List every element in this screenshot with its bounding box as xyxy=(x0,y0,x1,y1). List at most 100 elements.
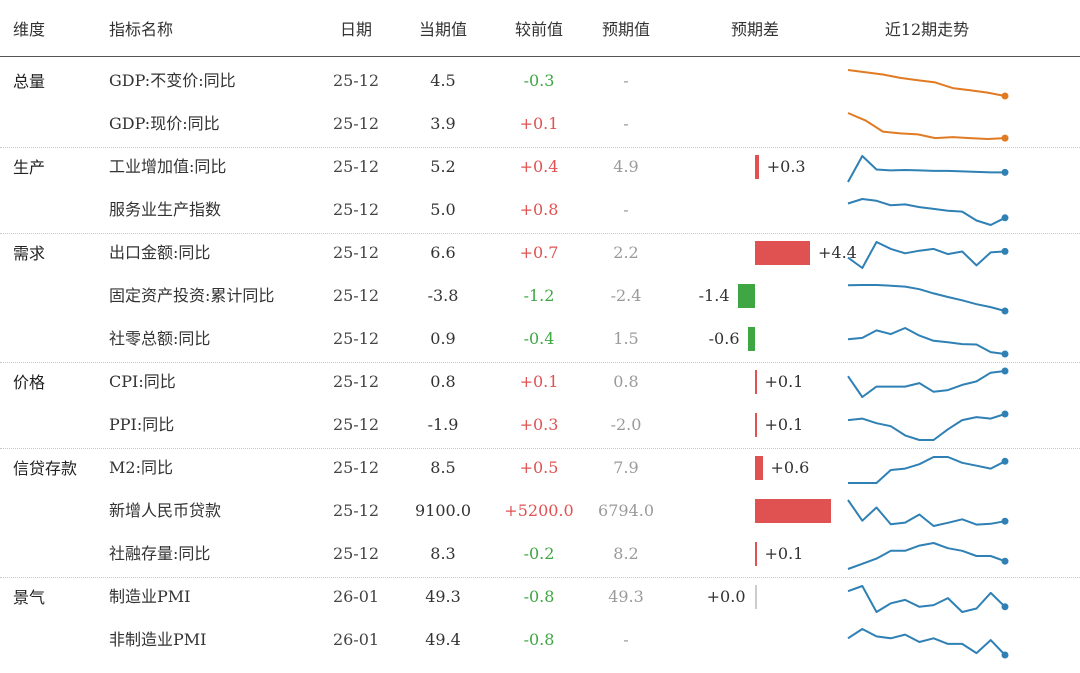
header-gap: 预期差 xyxy=(730,20,780,39)
current-value: -1.9 xyxy=(427,415,459,434)
change-value: +0.4 xyxy=(519,157,559,176)
current-value: -3.8 xyxy=(427,286,459,305)
current-value: 5.2 xyxy=(430,157,456,176)
group-label: 信贷存款 xyxy=(13,459,78,478)
gap-label: +0.0 xyxy=(706,587,746,606)
trend-line xyxy=(847,112,1006,140)
gap-bar xyxy=(737,284,755,308)
trend-endpoint xyxy=(1001,168,1009,176)
forecast-value: -2.0 xyxy=(610,415,642,434)
trend-sparkline xyxy=(847,542,1009,570)
current-value: 49.3 xyxy=(425,587,461,606)
trend-sparkline xyxy=(847,155,1009,183)
group-label: 需求 xyxy=(13,244,46,263)
trend-endpoint xyxy=(1001,457,1009,465)
gap-label: +0.1 xyxy=(764,415,804,434)
date-cell: 25-12 xyxy=(332,114,380,133)
forecast-value: 4.9 xyxy=(613,157,639,176)
trend-sparkline xyxy=(847,628,1009,659)
forecast-value: 49.3 xyxy=(608,587,644,606)
change-value: +0.1 xyxy=(519,372,559,391)
current-value: 8.3 xyxy=(430,544,456,563)
trend-line xyxy=(847,370,1006,398)
trend-line xyxy=(847,327,1006,355)
date-cell: 25-12 xyxy=(332,286,380,305)
trend-line xyxy=(847,198,1006,226)
forecast-value: 7.9 xyxy=(613,458,639,477)
forecast-value: 2.2 xyxy=(613,243,639,262)
change-value: +0.5 xyxy=(519,458,559,477)
date-cell: 25-12 xyxy=(332,458,380,477)
trend-sparkline xyxy=(847,410,1009,441)
indicator-name: CPI:同比 xyxy=(109,372,176,391)
trend-sparkline xyxy=(847,112,1009,142)
gap-bar xyxy=(755,413,757,437)
date-cell: 25-12 xyxy=(332,544,380,563)
forecast-value: - xyxy=(623,114,629,133)
trend-sparkline xyxy=(847,284,1009,315)
header-change: 较前值 xyxy=(514,20,564,39)
date-cell: 25-12 xyxy=(332,372,380,391)
forecast-value: -2.4 xyxy=(610,286,642,305)
trend-line xyxy=(848,456,1006,484)
indicator-name: 新增人民币贷款 xyxy=(109,501,222,520)
trend-endpoint xyxy=(1001,517,1009,525)
current-value: 9100.0 xyxy=(415,501,471,520)
change-value: -0.8 xyxy=(523,630,555,649)
gap-label: +0.3 xyxy=(766,157,806,176)
current-value: 0.9 xyxy=(430,329,456,348)
date-cell: 25-12 xyxy=(332,71,380,90)
trend-sparkline xyxy=(847,241,1009,269)
change-value: +0.8 xyxy=(519,200,559,219)
gap-label: -0.6 xyxy=(708,329,740,348)
trend-sparkline xyxy=(847,585,1009,613)
date-cell: 25-12 xyxy=(332,157,380,176)
trend-endpoint xyxy=(1001,92,1009,100)
change-value: -0.2 xyxy=(523,544,555,563)
gap-bar xyxy=(747,327,755,351)
header-dimension: 维度 xyxy=(13,20,46,39)
change-value: +0.1 xyxy=(519,114,559,133)
forecast-value: - xyxy=(623,200,629,219)
forecast-value: 8.2 xyxy=(613,544,639,563)
trend-endpoint xyxy=(1001,603,1009,611)
change-value: -1.2 xyxy=(523,286,555,305)
header-trend: 近12期走势 xyxy=(884,20,970,39)
trend-endpoint xyxy=(1001,307,1009,315)
date-cell: 25-12 xyxy=(332,501,380,520)
indicator-name: 服务业生产指数 xyxy=(109,200,222,219)
current-value: 3.9 xyxy=(430,114,456,133)
trend-sparkline xyxy=(847,327,1009,358)
trend-line xyxy=(847,155,1005,183)
date-cell: 26-01 xyxy=(332,630,380,649)
date-cell: 25-12 xyxy=(332,415,380,434)
current-value: 5.0 xyxy=(430,200,456,219)
forecast-value: 1.5 xyxy=(613,329,639,348)
group-label: 景气 xyxy=(13,588,46,607)
trend-sparkline xyxy=(847,499,1009,527)
group-label: 价格 xyxy=(13,373,46,392)
trend-sparkline xyxy=(848,456,1009,484)
indicator-name: 社零总额:同比 xyxy=(109,329,211,348)
trend-sparkline xyxy=(847,198,1009,226)
trend-endpoint xyxy=(1001,247,1009,255)
change-value: +5200.0 xyxy=(504,501,574,520)
macro-indicator-table: 维度 指标名称 日期 当期值 较前值 预期值 预期差 近12期走势 总量 GDP:… xyxy=(0,0,1080,673)
header-indicator: 指标名称 xyxy=(109,20,174,39)
trend-line xyxy=(847,628,1006,656)
gap-bar xyxy=(755,241,810,265)
change-value: -0.4 xyxy=(523,329,555,348)
indicator-name: 制造业PMI xyxy=(109,587,191,606)
forecast-value: - xyxy=(623,71,629,90)
group-label: 生产 xyxy=(13,158,46,177)
indicator-name: 固定资产投资:累计同比 xyxy=(109,286,275,305)
group-label: 总量 xyxy=(13,72,46,91)
trend-endpoint xyxy=(1001,651,1009,659)
indicator-name: 非制造业PMI xyxy=(109,630,207,649)
indicator-name: 出口金额:同比 xyxy=(109,243,211,262)
indicator-name: 社融存量:同比 xyxy=(109,544,211,563)
forecast-value: 0.8 xyxy=(613,372,639,391)
trend-line xyxy=(847,499,1006,527)
trend-line xyxy=(847,413,1006,441)
trend-endpoint xyxy=(1001,214,1009,222)
